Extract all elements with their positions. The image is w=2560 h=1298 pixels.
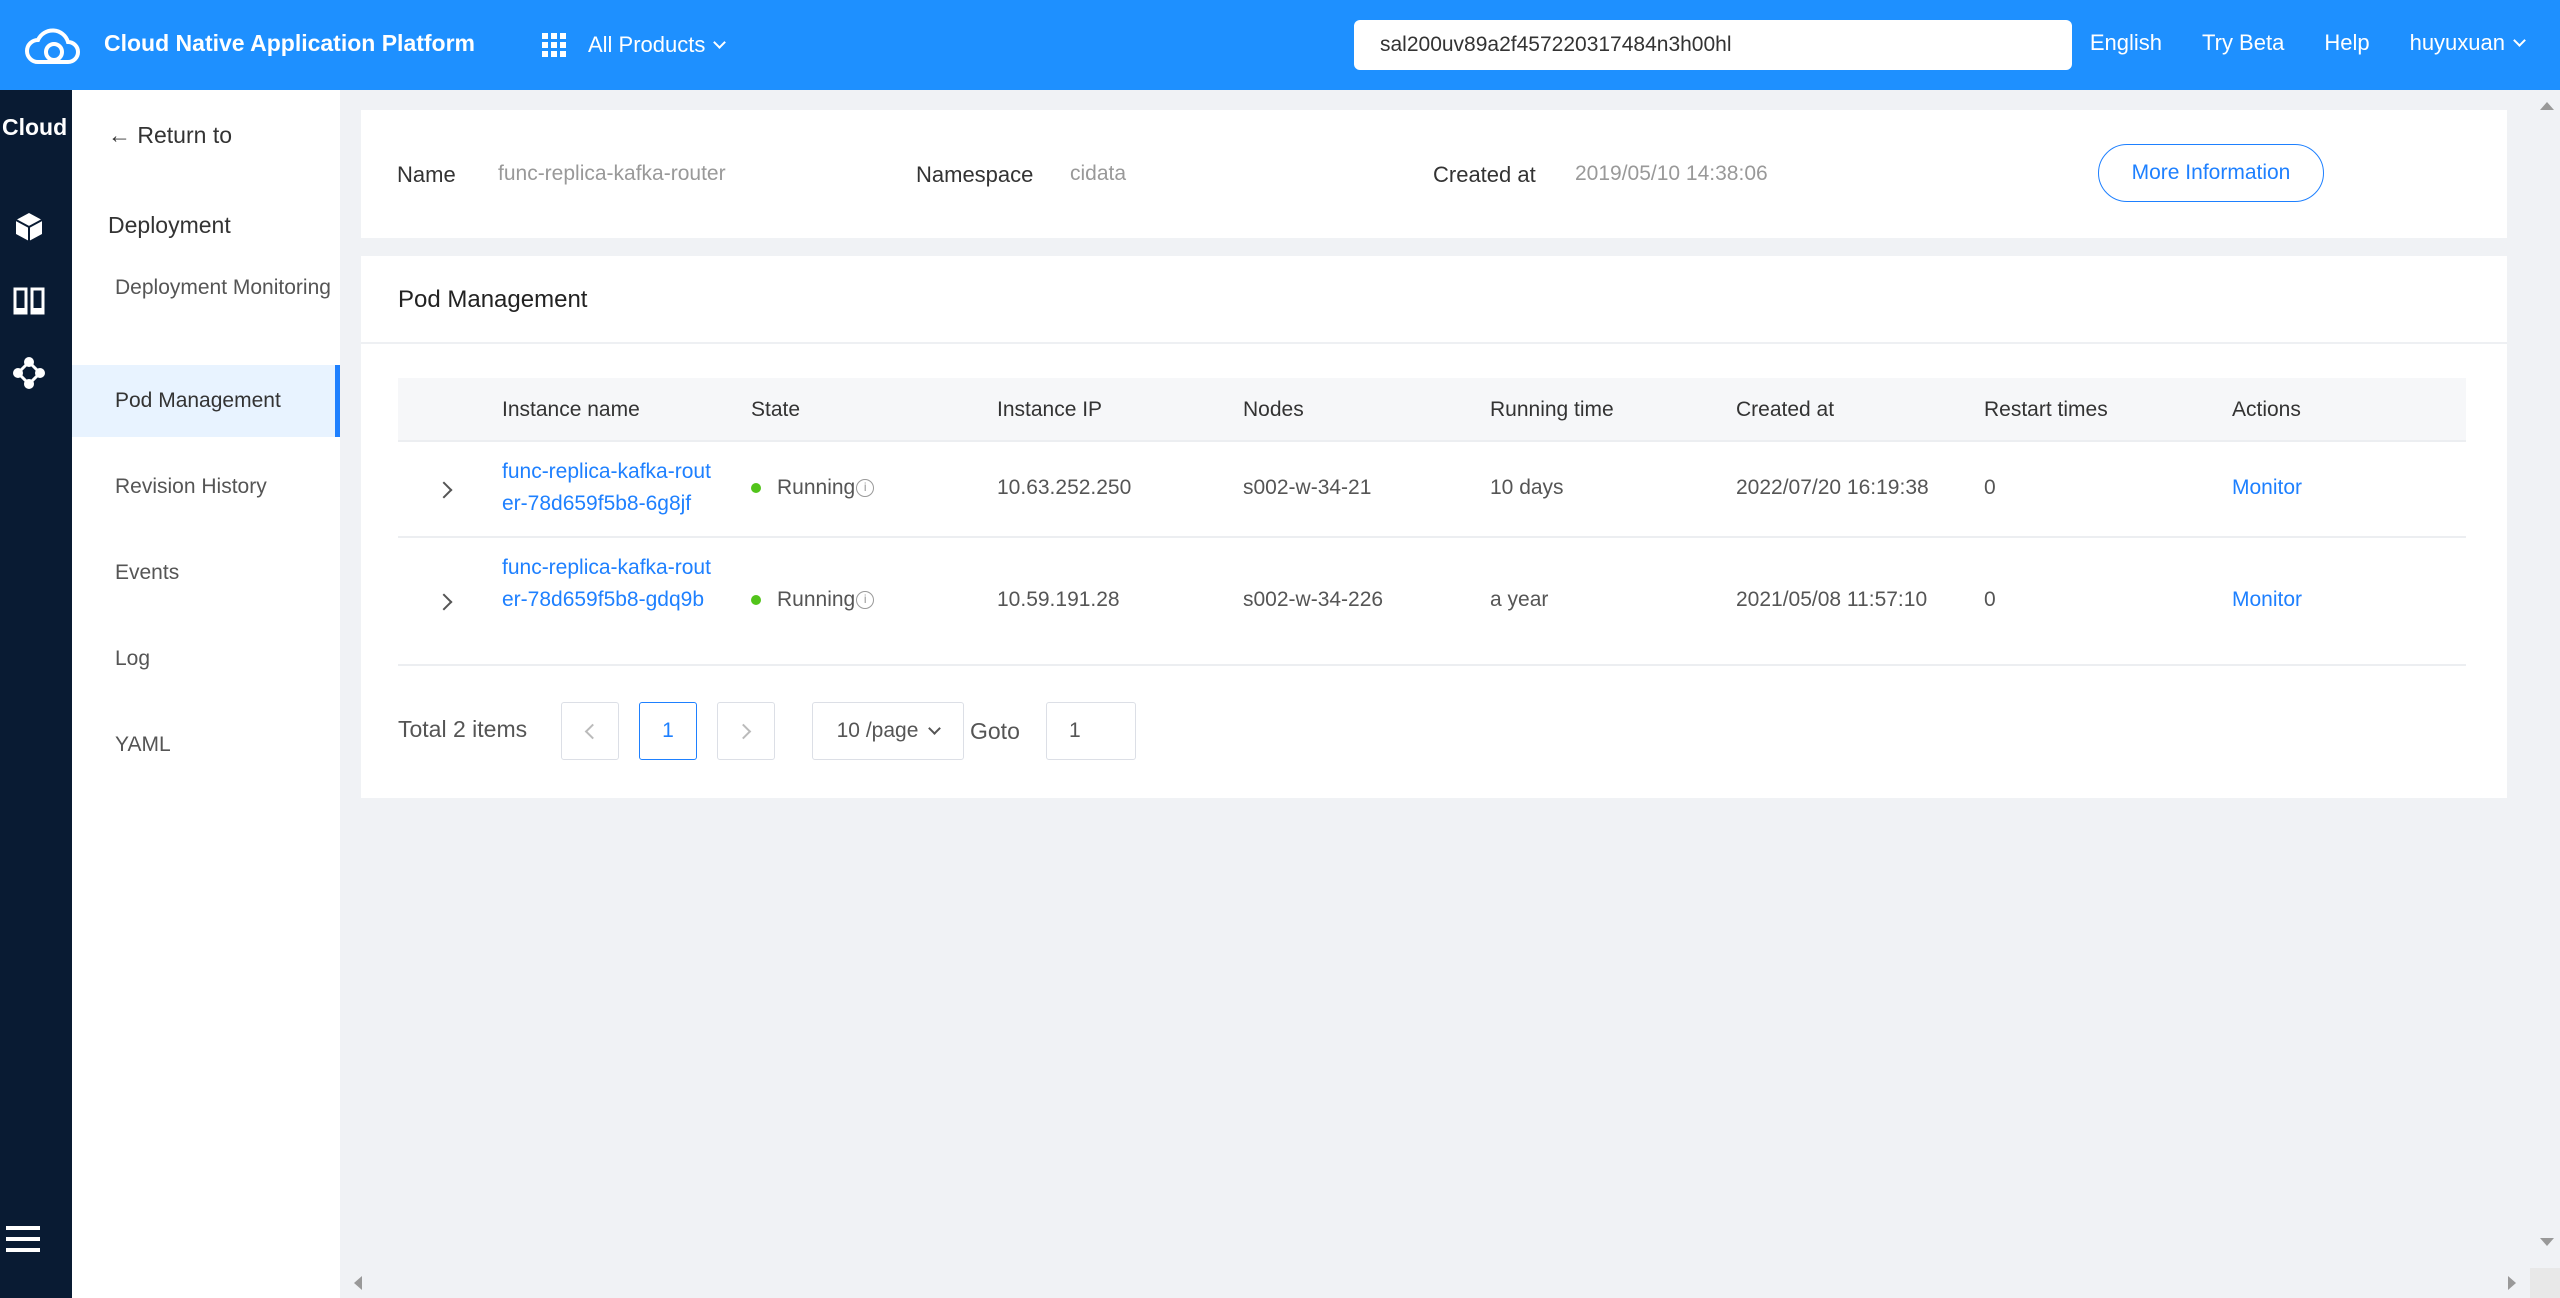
sidebar-item-deployment-monitoring[interactable]: Deployment Monitoring (72, 252, 340, 324)
column-header: Created at (1736, 398, 1835, 421)
page-1-button[interactable]: 1 (639, 702, 697, 760)
page-size-value: 10 /page (836, 719, 919, 742)
sidebar: ← Return to Deployment Deployment Monito… (72, 90, 340, 1298)
state-label: Running (777, 476, 856, 499)
scroll-left-icon[interactable] (354, 1276, 362, 1290)
instance-name-link[interactable]: func-replica-kafka-router-78d659f5b8-6g8… (502, 456, 717, 520)
section-title: Pod Management (398, 286, 588, 313)
state-cell: Running i (751, 476, 875, 500)
expand-icon[interactable] (435, 481, 453, 499)
sidebar-item-events[interactable]: Events (72, 537, 340, 609)
goto-page-input[interactable] (1046, 702, 1136, 760)
prev-page-button[interactable] (561, 702, 619, 760)
column-header: Restart times (1984, 398, 2108, 421)
info-icon[interactable]: i (856, 479, 875, 498)
columns-icon[interactable] (12, 284, 46, 318)
user-menu[interactable]: huyuxuan (2409, 30, 2526, 56)
status-dot (751, 595, 761, 606)
monitor-link[interactable]: Monitor (2232, 588, 2302, 612)
running-time: a year (1490, 588, 1549, 611)
column-header: Actions (2232, 398, 2301, 421)
info-icon[interactable]: i (856, 591, 875, 610)
restart-times: 0 (1984, 476, 1996, 499)
column-header: Running time (1490, 398, 1614, 421)
scroll-corner (2530, 1268, 2560, 1298)
namespace-label: Namespace (916, 162, 1034, 187)
namespace-value: cidata (1070, 162, 1127, 185)
table-row: func-replica-kafka-router-78d659f5b8-6g8… (398, 442, 2466, 538)
search-input[interactable] (1354, 20, 2072, 70)
all-products-label: All Products (588, 32, 706, 57)
more-information-button[interactable]: More Information (2098, 144, 2324, 202)
app-title[interactable]: Cloud Native Application Platform (104, 30, 475, 57)
chevron-down-icon (2513, 34, 2526, 47)
state-cell: Running i (751, 588, 875, 612)
left-rail: Cloud (0, 90, 72, 1298)
node-name: s002-w-34-21 (1243, 476, 1372, 499)
sidebar-item-yaml[interactable]: YAML (72, 709, 340, 781)
monitor-link[interactable]: Monitor (2232, 476, 2302, 500)
status-dot (751, 483, 761, 494)
top-links: English Try Beta Help huyuxuan (2090, 30, 2526, 56)
goto-label: Goto (970, 718, 1020, 744)
created-at-value: 2019/05/10 14:38:06 (1575, 162, 1768, 185)
top-bar: Cloud Native Application Platform All Pr… (0, 0, 2560, 90)
table-row: func-replica-kafka-router-78d659f5b8-gdq… (398, 538, 2466, 666)
sidebar-item-revision-history[interactable]: Revision History (72, 451, 340, 523)
username: huyuxuan (2409, 30, 2505, 55)
chevron-right-icon (735, 723, 752, 739)
running-time: 10 days (1490, 476, 1564, 499)
scroll-up-icon[interactable] (2540, 102, 2554, 110)
state-label: Running (777, 588, 856, 611)
language-link[interactable]: English (2090, 30, 2162, 56)
chevron-down-icon (928, 722, 942, 735)
return-link[interactable]: ← Return to (108, 122, 232, 149)
node-name: s002-w-34-226 (1243, 588, 1384, 611)
created-at: 2022/07/20 16:19:38 (1736, 476, 1929, 499)
column-header: Nodes (1243, 398, 1304, 421)
column-header: State (751, 398, 801, 421)
help-link[interactable]: Help (2324, 30, 2369, 56)
divider (361, 342, 2507, 344)
scroll-down-icon[interactable] (2540, 1238, 2554, 1246)
chevron-down-icon (713, 36, 727, 49)
horizontal-scrollbar[interactable] (340, 1268, 2530, 1298)
all-products-menu[interactable]: All Products (542, 28, 727, 62)
deployment-info-card: Name func-replica-kafka-router Namespace… (361, 110, 2507, 238)
created-at: 2021/05/08 11:57:10 (1736, 588, 1928, 611)
name-value: func-replica-kafka-router (498, 162, 726, 185)
created-at-label: Created at (1433, 162, 1536, 187)
name-label: Name (397, 162, 456, 187)
chevron-left-icon (584, 723, 601, 739)
expand-icon[interactable] (435, 593, 453, 611)
vertical-scrollbar[interactable] (2530, 90, 2560, 1278)
pagination: Total 2 items 1 10 /page Goto (398, 702, 1298, 760)
cube-icon[interactable] (12, 210, 46, 244)
sidebar-item-pod-management[interactable]: Pod Management (72, 365, 340, 437)
column-header: Instance IP (997, 398, 1103, 421)
instance-name-link[interactable]: func-replica-kafka-router-78d659f5b8-gdq… (502, 552, 717, 616)
table-header: Instance name State Instance IP Nodes Ru… (398, 378, 2466, 442)
next-page-button[interactable] (717, 702, 775, 760)
menu-icon[interactable] (6, 1226, 40, 1254)
restart-times: 0 (1984, 588, 1996, 611)
grid-icon (542, 33, 566, 57)
instance-ip: 10.63.252.250 (997, 476, 1132, 499)
rail-title: Cloud (2, 114, 68, 140)
network-icon[interactable] (12, 356, 46, 390)
column-header: Instance name (502, 398, 640, 421)
sidebar-item-log[interactable]: Log (72, 623, 340, 695)
try-beta-link[interactable]: Try Beta (2202, 30, 2284, 56)
pod-management-card: Pod Management Instance name State Insta… (361, 256, 2507, 798)
scroll-right-icon[interactable] (2508, 1276, 2516, 1290)
page-size-select[interactable]: 10 /page (812, 702, 964, 760)
instance-ip: 10.59.191.28 (997, 588, 1120, 611)
sidebar-section-title: Deployment (108, 212, 231, 238)
total-items: Total 2 items (398, 716, 528, 742)
cloud-logo-icon[interactable] (24, 22, 80, 68)
